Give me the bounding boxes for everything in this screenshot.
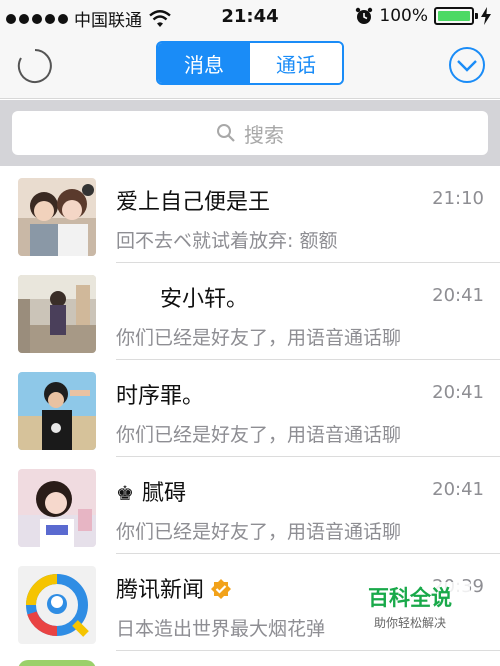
watermark: 百科全说 助你轻松解决 — [350, 582, 470, 642]
conversation-time: 20:41 — [432, 382, 484, 403]
conversation-time: 20:41 — [432, 285, 484, 306]
conversation-name: 腾讯新闻 — [116, 572, 232, 604]
tab-calls[interactable]: 通话 — [250, 43, 342, 83]
conversation-time: 20:41 — [432, 479, 484, 500]
watermark-subtitle: 助你轻松解决 — [373, 616, 446, 630]
tab-messages[interactable]: 消息 — [158, 43, 250, 83]
avatar — [18, 469, 96, 547]
search-icon — [217, 124, 235, 142]
conversation-name: 时序罪。 — [116, 384, 205, 409]
avatar — [18, 178, 96, 256]
search-placeholder: 搜索 — [244, 122, 284, 147]
status-right: 100% — [355, 6, 492, 26]
conversation-name: ♚ 腻碍 — [116, 475, 186, 507]
verified-badge-icon — [211, 579, 232, 599]
conversation-preview: 你们已经是好友了，用语音通话聊 — [116, 424, 402, 446]
avatar — [18, 275, 96, 353]
chevron-down-icon[interactable] — [448, 46, 486, 84]
status-bar: 中国联通 21:44 100% — [0, 0, 500, 34]
battery-level — [438, 11, 470, 21]
conversation-row[interactable]: 安小轩。 20:41 你们已经是好友了，用语音通话聊 — [0, 263, 500, 360]
conversation-preview: 你们已经是好友了，用语音通话聊 — [116, 521, 402, 543]
conversation-time: 21:10 — [432, 188, 484, 209]
battery-icon — [434, 7, 478, 25]
conversation-list: 爱上自己便是王 21:10 回不去ベ就试着放弃: 额额 安小轩。 20:41 你… — [0, 166, 500, 651]
loading-spinner-icon — [17, 49, 52, 83]
conversation-name-text: 腻碍 — [141, 481, 186, 506]
conversation-preview: 日本造出世界最大烟花弹 — [116, 618, 326, 640]
conversation-name: 安小轩。 — [116, 287, 249, 312]
crown-icon: ♚ — [116, 481, 134, 505]
conversation-preview: 回不去ベ就试着放弃: 额额 — [116, 230, 338, 252]
tencent-news-logo-icon — [18, 566, 96, 644]
conversation-preview: 你们已经是好友了，用语音通话聊 — [116, 327, 402, 349]
battery-percent: 100% — [379, 6, 428, 26]
avatar — [18, 660, 96, 666]
watermark-title: 百科全说 — [368, 586, 452, 610]
alarm-clock-icon — [356, 7, 373, 24]
search-input[interactable]: 搜索 — [12, 111, 488, 155]
conversation-row-partial[interactable] — [0, 655, 500, 666]
segmented-control: 消息 通话 — [156, 41, 344, 85]
avatar — [18, 372, 96, 450]
conversation-name-text: 腾讯新闻 — [116, 578, 205, 603]
conversation-row[interactable]: ♚ 腻碍 20:41 你们已经是好友了，用语音通话聊 — [0, 457, 500, 554]
nav-bar: 消息 通话 — [0, 34, 500, 99]
charging-bolt-icon — [481, 7, 491, 25]
conversation-name: 爱上自己便是王 — [116, 190, 271, 215]
conversation-row[interactable]: 时序罪。 20:41 你们已经是好友了，用语音通话聊 — [0, 360, 500, 457]
search-area: 搜索 — [0, 100, 500, 166]
conversation-row[interactable]: 爱上自己便是王 21:10 回不去ベ就试着放弃: 额额 — [0, 166, 500, 263]
